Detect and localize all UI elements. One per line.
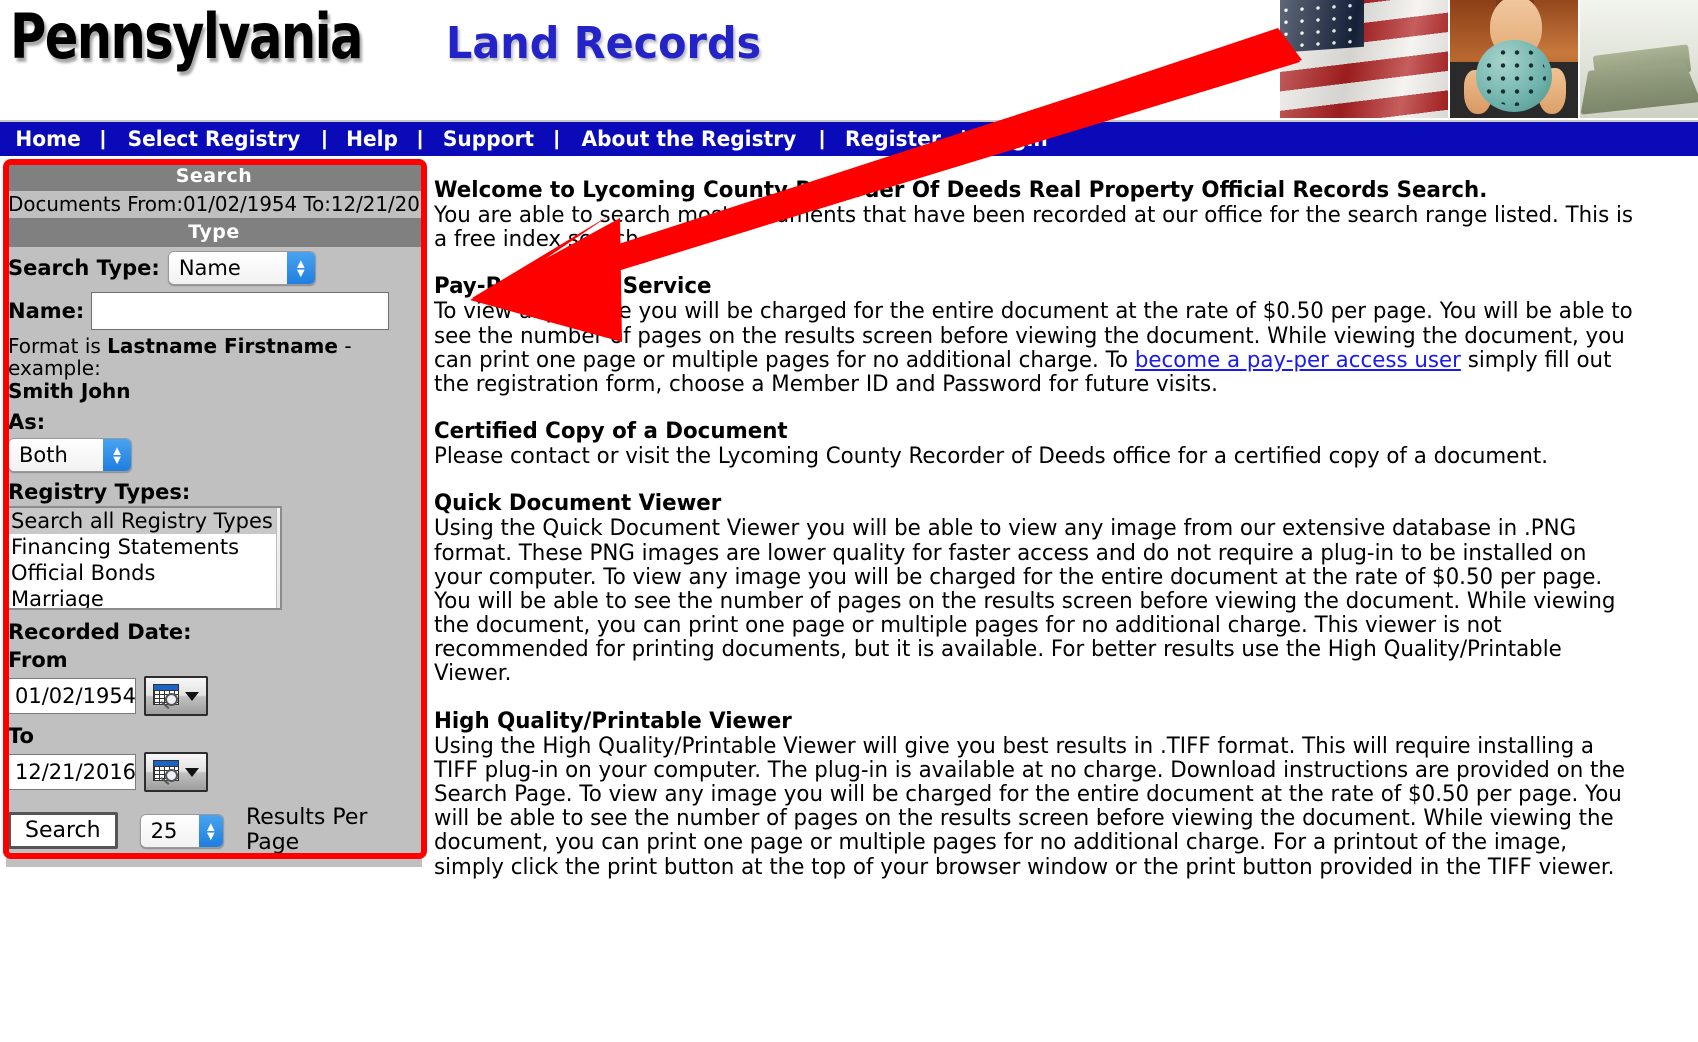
page-content: Search Documents From:01/02/1954 To:12/2… bbox=[0, 156, 1698, 902]
name-row: Name: bbox=[6, 289, 422, 333]
logo-pennsylvania-text: Pennsylvania bbox=[10, 0, 363, 73]
documents-date-range-text: Documents From:01/02/1954 To:12/21/2016 bbox=[8, 192, 420, 216]
certified-copy-heading: Certified Copy of a Document bbox=[434, 419, 788, 445]
results-per-page-select[interactable]: 25 ▲ ▼ bbox=[139, 813, 224, 848]
nav-item-help[interactable]: Help bbox=[341, 127, 404, 151]
as-row: Both ▲ ▼ bbox=[6, 436, 422, 476]
type-section-title: Type bbox=[6, 218, 422, 247]
registry-types-scrollbar[interactable] bbox=[275, 508, 280, 609]
pay-per-access-body: To view any image you will be charged fo… bbox=[434, 300, 1639, 397]
from-date-input[interactable]: 01/02/1954 bbox=[8, 678, 136, 715]
format-hint-example: Smith John bbox=[8, 378, 131, 403]
search-type-value: Name bbox=[168, 252, 287, 284]
person-globe-image bbox=[1450, 0, 1578, 118]
certified-copy-body: Please contact or visit the Lycoming Cou… bbox=[434, 444, 1549, 470]
search-type-row: Search Type: Name ▲ ▼ bbox=[6, 247, 422, 289]
chevron-updown-icon: ▲ ▼ bbox=[286, 252, 315, 284]
nav-item-login[interactable]: Login bbox=[980, 127, 1054, 151]
nav-separator: | bbox=[417, 127, 423, 150]
name-label: Name: bbox=[8, 299, 85, 323]
from-date-row: 01/02/1954 bbox=[6, 674, 422, 720]
nav-separator: | bbox=[553, 127, 560, 150]
from-label: From bbox=[8, 648, 68, 673]
to-date-input[interactable]: 12/21/2016 bbox=[8, 754, 136, 791]
high-quality-viewer-heading: High Quality/Printable Viewer bbox=[434, 708, 792, 734]
registry-type-option[interactable]: Marriage bbox=[8, 586, 276, 608]
calendar-picker-icon[interactable] bbox=[144, 752, 208, 793]
as-value: Both bbox=[9, 439, 103, 472]
registry-types-items: Search all Registry Types Financing Stat… bbox=[8, 508, 276, 608]
search-panel: Search Documents From:01/02/1954 To:12/2… bbox=[6, 162, 422, 868]
site-logo: Pennsylvania Land Records bbox=[10, 6, 781, 68]
nav-item-support[interactable]: Support bbox=[437, 127, 540, 151]
recorded-date-label: Recorded Date: bbox=[8, 620, 192, 645]
registry-type-option[interactable]: Search all Registry Types bbox=[8, 508, 276, 535]
registry-types-label: Registry Types: bbox=[8, 480, 191, 505]
keyboard-desk-image bbox=[1580, 0, 1698, 118]
registry-type-option[interactable]: Official Bonds bbox=[8, 560, 276, 586]
calendar-picker-icon[interactable] bbox=[144, 676, 208, 717]
name-input[interactable] bbox=[91, 292, 390, 330]
search-type-select[interactable]: Name ▲ ▼ bbox=[167, 251, 316, 285]
search-actions-row: Search 25 ▲ ▼ Results Per Page bbox=[6, 796, 422, 859]
quick-document-viewer-heading: Quick Document Viewer bbox=[434, 491, 722, 517]
results-per-page-value: 25 bbox=[140, 814, 199, 847]
chevron-down-icon bbox=[185, 691, 199, 701]
pay-per-access-heading: Pay-Per Access Service bbox=[434, 274, 712, 300]
nav-item-select-registry[interactable]: Select Registry bbox=[122, 127, 306, 151]
main-navigation: Home | Select Registry | Help | Support … bbox=[0, 120, 1698, 156]
logo-land-records-text: Land Records bbox=[445, 18, 762, 69]
masthead: Pennsylvania Land Records bbox=[0, 0, 1698, 120]
search-sidebar-container: Search Documents From:01/02/1954 To:12/2… bbox=[0, 156, 430, 876]
nav-separator: | bbox=[100, 127, 106, 150]
search-type-label: Search Type: bbox=[8, 256, 160, 280]
nav-item-register[interactable]: Register bbox=[839, 127, 946, 151]
registry-type-option[interactable]: Financing Statements bbox=[8, 534, 276, 560]
search-panel-title: Search bbox=[6, 162, 422, 191]
to-date-row: 12/21/2016 bbox=[6, 750, 422, 796]
as-select[interactable]: Both ▲ ▼ bbox=[8, 438, 132, 473]
calendar-glyph bbox=[153, 760, 183, 784]
chevron-updown-icon: ▲ ▼ bbox=[198, 814, 223, 847]
main-content: Welcome to Lycoming County Recorder Of D… bbox=[430, 156, 1698, 902]
quick-document-viewer-body: Using the Quick Document Viewer you will… bbox=[434, 516, 1616, 687]
nav-separator: | bbox=[819, 127, 825, 150]
chevron-down-icon bbox=[185, 767, 199, 777]
results-per-page-label: Results Per Page bbox=[245, 805, 368, 855]
masthead-image-strip bbox=[1270, 0, 1698, 118]
us-flag-image bbox=[1270, 0, 1448, 118]
chevron-updown-icon: ▲ ▼ bbox=[103, 439, 131, 472]
welcome-body: You are able to search most documents th… bbox=[434, 203, 1634, 253]
as-label: As: bbox=[8, 410, 46, 435]
format-hint-bold: Lastname Firstname bbox=[107, 334, 338, 358]
to-label: To bbox=[8, 724, 34, 749]
become-pay-per-access-user-link[interactable]: become a pay-per access user bbox=[1135, 348, 1461, 373]
search-button[interactable]: Search bbox=[8, 812, 118, 850]
page-root: Pennsylvania Land Records Home | Select … bbox=[0, 0, 1698, 1042]
calendar-glyph bbox=[153, 684, 183, 708]
welcome-heading: Welcome to Lycoming County Recorder Of D… bbox=[434, 178, 1488, 203]
nav-separator: | bbox=[960, 127, 967, 150]
registry-types-listbox[interactable]: Search all Registry Types Financing Stat… bbox=[6, 506, 282, 611]
format-hint-prefix: Format is bbox=[8, 334, 108, 358]
nav-item-home[interactable]: Home bbox=[10, 127, 87, 151]
nav-item-about-the-registry[interactable]: About the Registry bbox=[576, 127, 802, 151]
nav-separator: | bbox=[321, 127, 328, 150]
name-format-hint: Format is Lastname Firstname - example: … bbox=[6, 333, 422, 408]
high-quality-viewer-body: Using the High Quality/Printable Viewer … bbox=[434, 733, 1626, 880]
